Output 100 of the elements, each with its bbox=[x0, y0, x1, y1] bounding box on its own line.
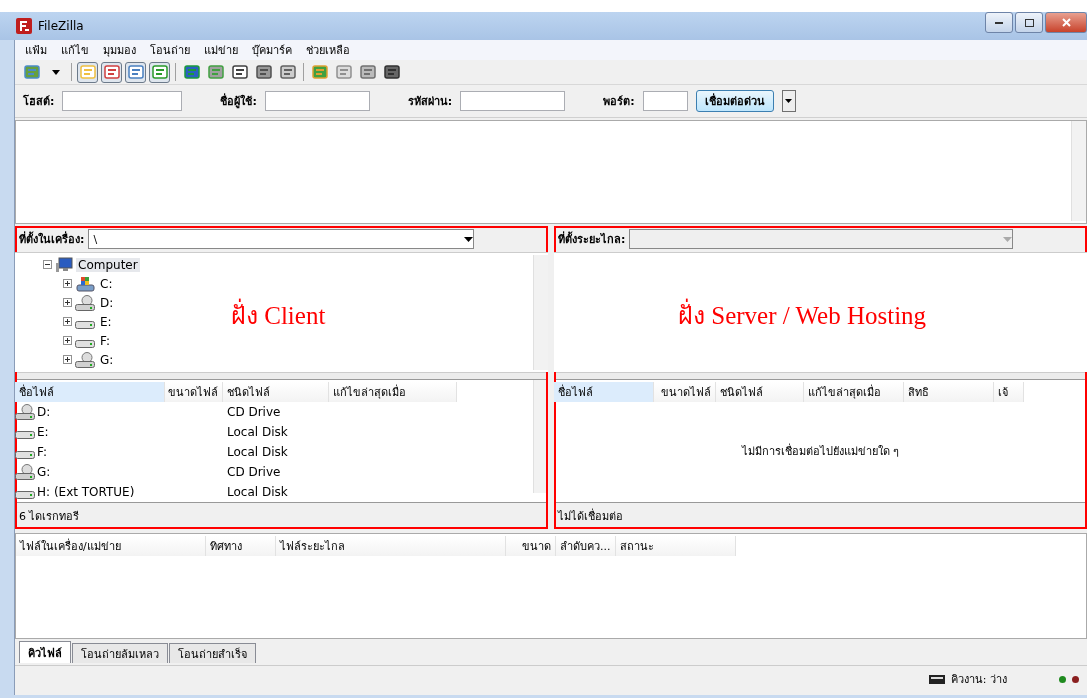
toolbar-icon bbox=[255, 64, 272, 80]
column-header[interactable]: ไฟล์ระยะไกล bbox=[276, 536, 506, 556]
menu-item[interactable]: แก้ไข bbox=[55, 41, 95, 59]
table-cell-text: Local Disk bbox=[227, 445, 289, 459]
column-header[interactable]: ขนาดไฟล์ bbox=[654, 382, 716, 402]
column-header[interactable]: ชนิดไฟล์ bbox=[223, 382, 329, 402]
column-header[interactable]: แก้ไขล่าสุดเมื่อ bbox=[804, 382, 904, 402]
field-label: พอร์ต: bbox=[603, 94, 635, 110]
table-cell-text: Local Disk bbox=[227, 485, 289, 499]
column-header[interactable]: ขนาด bbox=[506, 536, 556, 556]
minimize-button[interactable] bbox=[985, 12, 1013, 33]
drive-icon bbox=[75, 339, 95, 348]
menu-item[interactable]: โอนถ่าย bbox=[144, 41, 196, 59]
expand-icon[interactable] bbox=[63, 336, 72, 345]
tree-item[interactable]: F: bbox=[98, 333, 112, 348]
tab[interactable]: โอนถ่ายล้มเหลว bbox=[72, 643, 168, 663]
cd-drive-icon bbox=[15, 464, 35, 480]
close-icon bbox=[1061, 18, 1071, 27]
input-field[interactable] bbox=[642, 91, 688, 111]
column-header[interactable]: ชื่อไฟล์ bbox=[554, 382, 654, 402]
annotation-text: ฝั่ง Server / Web Hosting bbox=[678, 295, 927, 335]
tree-item[interactable]: C: bbox=[98, 276, 115, 291]
drive-icon bbox=[15, 491, 35, 499]
dropdown-button[interactable] bbox=[781, 90, 796, 112]
computer-icon bbox=[55, 256, 73, 273]
splitter[interactable] bbox=[554, 372, 1087, 380]
status-text: ไม่ได้เชื่อมต่อ bbox=[554, 502, 1087, 529]
field-label: ชื่อผู้ใช้: bbox=[220, 92, 257, 110]
quickconnect-button[interactable]: เชื่อมต่อด่วน bbox=[695, 90, 774, 112]
maximize-button[interactable] bbox=[1015, 12, 1043, 33]
toolbar-icon bbox=[335, 64, 352, 80]
toolbar-icon bbox=[23, 64, 40, 80]
menu-item[interactable]: แฟ้ม bbox=[19, 41, 53, 59]
drive-icon bbox=[15, 431, 35, 439]
scrollbar[interactable] bbox=[533, 255, 548, 370]
tree-item[interactable]: E: bbox=[98, 314, 114, 329]
window-title: FileZilla bbox=[38, 19, 84, 33]
queue-status: คิวงาน: ว่าง bbox=[950, 672, 1007, 688]
toolbar-icon bbox=[231, 64, 248, 80]
table-cell-text: Local Disk bbox=[227, 425, 289, 439]
tree-item[interactable]: D: bbox=[98, 295, 116, 310]
drive-icon bbox=[75, 275, 95, 292]
column-header[interactable]: สถานะ bbox=[616, 536, 736, 556]
expand-icon[interactable] bbox=[63, 317, 72, 326]
minimize-icon bbox=[995, 21, 1003, 24]
toolbar-icon bbox=[279, 64, 296, 80]
toolbar-icon bbox=[103, 64, 120, 80]
tab[interactable]: โอนถ่ายสำเร็จ bbox=[169, 643, 256, 663]
column-header[interactable]: ชนิดไฟล์ bbox=[716, 382, 804, 402]
input-field[interactable] bbox=[62, 91, 183, 111]
annotation-text: ฝั่ง Client bbox=[231, 295, 326, 335]
toolbar-icon bbox=[127, 64, 144, 80]
toolbar-icon bbox=[311, 64, 328, 80]
input-field[interactable] bbox=[460, 91, 566, 111]
tree-item[interactable]: Computer bbox=[76, 257, 140, 272]
cd-drive-icon bbox=[75, 294, 95, 311]
menu-item[interactable]: มุมมอง bbox=[97, 41, 142, 59]
scrollbar[interactable] bbox=[1071, 121, 1086, 221]
column-header[interactable]: สิทธิ bbox=[904, 382, 994, 402]
table-cell: D: bbox=[37, 405, 51, 419]
close-button[interactable] bbox=[1045, 12, 1087, 33]
keyboard-icon bbox=[928, 674, 945, 684]
column-header[interactable]: ทิศทาง bbox=[206, 536, 276, 556]
scrollbar[interactable] bbox=[533, 380, 548, 493]
expand-icon[interactable] bbox=[63, 355, 72, 364]
tree-item[interactable]: G: bbox=[98, 352, 116, 367]
cd-drive-icon bbox=[75, 351, 95, 368]
column-header[interactable]: เจ้ bbox=[994, 382, 1024, 402]
path-field[interactable] bbox=[629, 229, 1014, 249]
table-cell: G: bbox=[37, 465, 51, 479]
collapse-icon[interactable] bbox=[43, 260, 52, 269]
field-label: โฮสต์: bbox=[23, 93, 55, 110]
table-cell: F: bbox=[37, 445, 47, 459]
input-field[interactable] bbox=[264, 91, 370, 111]
caret-icon bbox=[51, 69, 60, 75]
column-header[interactable]: ชื่อไฟล์ bbox=[15, 382, 165, 402]
expand-icon[interactable] bbox=[63, 279, 72, 288]
path-field[interactable]: \ bbox=[88, 229, 475, 249]
menu-item[interactable]: ช่วยเหลือ bbox=[300, 41, 356, 59]
column-header[interactable]: แก้ไขล่าสุดเมื่อ bbox=[329, 382, 457, 402]
toolbar-icon bbox=[151, 64, 168, 80]
field-label: ที่ตั้งระยะไกล: bbox=[558, 230, 626, 248]
menu-item[interactable]: บุ๊คมาร์ค bbox=[246, 41, 298, 59]
column-header[interactable]: ขนาดไฟล์ bbox=[165, 382, 223, 402]
app-logo-icon bbox=[16, 18, 32, 34]
splitter[interactable] bbox=[15, 372, 548, 380]
field-label: ที่ตั้งในเครื่อง: bbox=[19, 230, 85, 248]
maximize-icon bbox=[1024, 18, 1034, 27]
caret-icon bbox=[1003, 236, 1013, 242]
table-cell: H: (Ext TORTUE) bbox=[37, 485, 135, 499]
menu-item[interactable]: แม่ข่าย bbox=[198, 41, 244, 59]
expand-icon[interactable] bbox=[63, 298, 72, 307]
column-header[interactable]: ลำดับคว... bbox=[556, 536, 616, 556]
toolbar-icon bbox=[359, 64, 376, 80]
cd-drive-icon bbox=[15, 404, 35, 420]
toolbar-icon bbox=[79, 64, 96, 80]
column-header[interactable]: ไฟล์ในเครื่อง/แม่ข่าย bbox=[16, 536, 206, 556]
caret-icon bbox=[464, 236, 474, 242]
table-cell-text: CD Drive bbox=[227, 465, 282, 479]
tab[interactable]: คิวไฟล์ bbox=[19, 641, 71, 663]
